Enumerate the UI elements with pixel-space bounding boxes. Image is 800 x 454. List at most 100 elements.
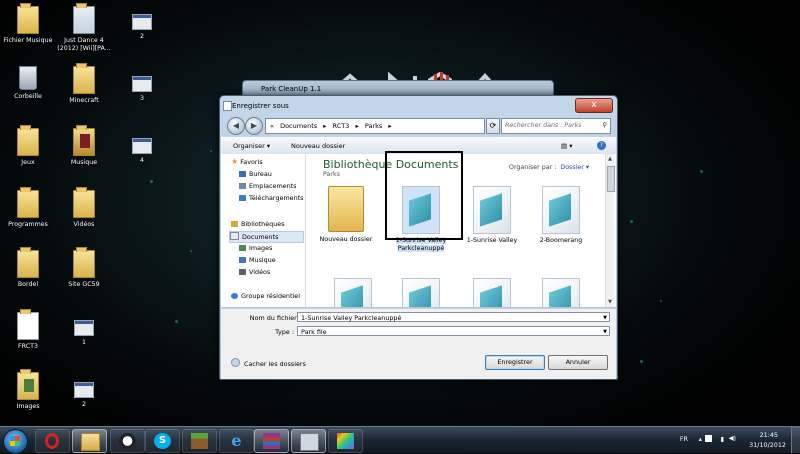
desktop-icon[interactable]: Programmes <box>0 187 56 229</box>
music-icon <box>239 257 246 263</box>
taskbar-explorer[interactable] <box>72 429 107 453</box>
star-icon: ★ <box>231 157 239 166</box>
park-file-icon <box>402 278 440 307</box>
organize-button[interactable]: Organiser ▾ <box>233 138 270 154</box>
sidebar-item-images[interactable]: Images <box>239 243 303 253</box>
minecraft-icon <box>191 433 208 449</box>
taskbar-app-panda[interactable] <box>110 429 145 453</box>
sidebar-item-documents[interactable]: Documents <box>229 231 304 243</box>
language-indicator[interactable]: FR <box>680 435 688 443</box>
scroll-up-icon[interactable]: ▲ <box>607 156 613 162</box>
desktop-icon[interactable]: 4 <box>114 138 170 165</box>
address-bar[interactable]: « Documents ▸ RCT3 ▸ Parks ▸ <box>265 118 485 134</box>
desktop-icon[interactable]: Fichier Musique <box>0 3 56 45</box>
file-item[interactable] <box>461 278 523 307</box>
cancel-button[interactable]: Annuler <box>548 355 608 370</box>
search-icon: ⚲ <box>602 122 607 129</box>
file-item[interactable] <box>322 278 384 307</box>
taskbar-opera[interactable] <box>35 429 70 453</box>
folder-icon <box>17 369 39 400</box>
desktop-icon[interactable]: Jeux <box>0 125 56 167</box>
volume-icon[interactable]: ◀) <box>729 434 736 442</box>
folder-icon <box>17 247 39 278</box>
desktop-icon[interactable]: Site GC59 <box>56 247 112 289</box>
clock-date[interactable]: 31/10/2012 <box>749 441 786 449</box>
park-file-icon <box>473 186 511 234</box>
tray-expand-icon[interactable]: ▴ <box>699 435 702 443</box>
arrange-by-dropdown[interactable]: Dossier ▾ <box>560 164 589 171</box>
file-item[interactable]: 1-Sunrise Valley <box>461 186 523 245</box>
search-input[interactable]: Rechercher dans : Parks ⚲ <box>501 118 611 134</box>
show-desktop-button[interactable] <box>791 427 800 453</box>
vertical-scrollbar[interactable]: ▲ ▼ <box>605 154 615 307</box>
taskbar-park-cleanup[interactable] <box>291 429 326 453</box>
desktop-icon[interactable]: Vidéos <box>56 187 112 229</box>
taskbar-winrar[interactable] <box>254 429 289 453</box>
save-as-dialog: Enregistrer sous x ◀ ▶ « Documents ▸ RCT… <box>219 95 618 380</box>
desktop-icon[interactable]: 2 <box>114 14 170 41</box>
taskbar-skype[interactable]: S <box>145 429 180 453</box>
filename-input[interactable]: 1-Sunrise Valley Parkcleanuppé ▼ <box>297 312 610 322</box>
breadcrumb-parks[interactable]: Parks <box>365 119 382 133</box>
library-subtitle: Parks <box>323 171 340 178</box>
window-icon <box>132 138 152 154</box>
clock-time[interactable]: 21:45 <box>760 431 778 439</box>
desktop-icon[interactable]: Musique <box>56 125 112 167</box>
desktop-icon[interactable]: Corbeille <box>0 66 56 101</box>
videos-icon <box>239 269 246 275</box>
view-options-icon[interactable]: ▤ ▾ <box>561 138 572 154</box>
network-icon[interactable]: ▮ <box>720 435 724 443</box>
sidebar-item-desktop[interactable]: Bureau <box>239 169 303 179</box>
desktop-icon[interactable]: Minecraft <box>56 63 112 105</box>
sidebar-item-places[interactable]: Emplacements <box>239 181 303 191</box>
forward-button[interactable]: ▶ <box>245 117 263 135</box>
refresh-icon[interactable]: ⟳ <box>486 118 500 134</box>
breadcrumb-rct3[interactable]: RCT3 <box>333 119 350 133</box>
help-icon[interactable]: ? <box>597 141 606 150</box>
save-button[interactable]: Enregistrer <box>485 355 545 370</box>
start-button[interactable] <box>3 429 28 454</box>
sidebar-item-music[interactable]: Musique <box>239 255 303 265</box>
file-item[interactable] <box>530 278 592 307</box>
sidebar-item-downloads[interactable]: Téléchargements <box>239 193 303 203</box>
park-file-icon <box>542 278 580 307</box>
hide-folders-toggle[interactable]: Cacher les dossiers <box>231 358 306 368</box>
taskbar-minecraft[interactable] <box>182 429 217 453</box>
close-button[interactable]: x <box>575 98 613 113</box>
taskbar-paint[interactable] <box>328 429 363 453</box>
address-overflow[interactable]: « <box>270 119 274 133</box>
panda-icon <box>119 433 136 449</box>
desktop-icon[interactable]: 3 <box>114 76 170 103</box>
desktop-icon[interactable]: 1 <box>56 320 112 347</box>
sidebar-item-videos[interactable]: Vidéos <box>239 267 303 277</box>
sidebar-homegroup[interactable]: Groupe résidentiel <box>231 291 303 301</box>
folder-icon <box>73 125 95 156</box>
desktop-icon[interactable]: Images <box>0 369 56 411</box>
taskbar-internet-explorer[interactable]: e <box>219 429 254 453</box>
sidebar-libraries[interactable]: Bibliothèques <box>231 219 303 229</box>
sidebar-favorites[interactable]: ★ Favoris <box>231 157 303 167</box>
desktop-icon[interactable]: 2 <box>56 382 112 409</box>
folder-icon <box>81 433 100 451</box>
scrollbar-thumb[interactable] <box>607 166 615 192</box>
desktop-icon[interactable]: Bordel <box>0 247 56 289</box>
new-folder-button[interactable]: Nouveau dossier <box>291 138 345 154</box>
file-item[interactable] <box>390 278 452 307</box>
breadcrumb-documents[interactable]: Documents <box>280 119 317 133</box>
back-button[interactable]: ◀ <box>227 117 245 135</box>
action-center-icon[interactable] <box>705 435 712 442</box>
scroll-down-icon[interactable]: ▼ <box>607 299 613 305</box>
desktop-icon[interactable]: Just Dance 4 (2012) [Wii][PA... <box>56 3 112 53</box>
file-type-select[interactable]: Park file ▼ <box>297 326 610 336</box>
park-file-icon <box>334 278 372 307</box>
dialog-title: Enregistrer sous <box>232 102 289 110</box>
chevron-down-icon[interactable]: ▼ <box>603 313 607 323</box>
dialog-icon <box>223 101 232 111</box>
desktop-icon-small <box>239 171 246 177</box>
content-area: ★ Favoris Bureau Emplacements Télécharge… <box>221 151 616 307</box>
library-icon <box>231 221 238 227</box>
file-item[interactable]: 2-Boomerang <box>530 186 592 245</box>
file-item[interactable]: Nouveau dossier <box>315 186 377 244</box>
desktop-icon[interactable]: FRCT3 <box>0 309 56 351</box>
chevron-down-icon[interactable]: ▼ <box>603 327 607 337</box>
